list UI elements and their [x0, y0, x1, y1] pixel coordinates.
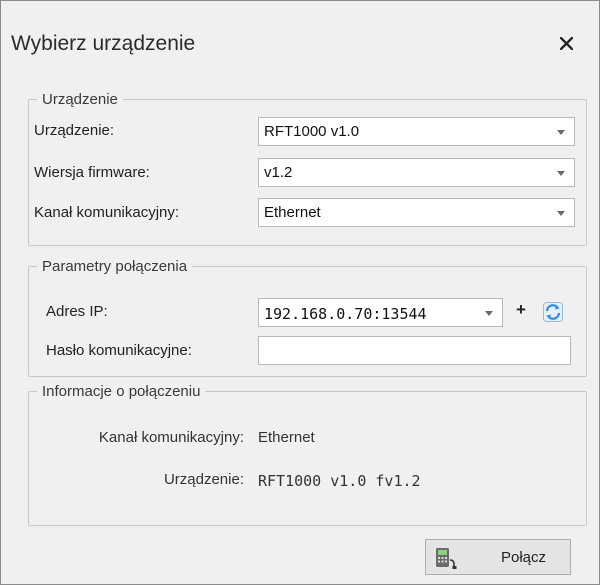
ip-combobox[interactable]: 192.168.0.70:13544: [258, 298, 503, 327]
title-bar: Wybierz urządzenie: [1, 1, 599, 71]
password-field[interactable]: [258, 336, 571, 365]
channel-label: Kanał komunikacyjny:: [34, 204, 180, 221]
firmware-combobox[interactable]: v1.2: [258, 158, 575, 187]
chevron-down-icon: [557, 130, 565, 135]
dialog-title: Wybierz urządzenie: [11, 32, 196, 55]
add-ip-button[interactable]: +: [516, 300, 526, 320]
info-device-label: Urządzenie:: [163, 471, 244, 488]
firmware-label: Wiersja firmware:: [34, 164, 150, 181]
info-group: Informacje o połączeniu: [28, 383, 587, 526]
chevron-down-icon: [557, 171, 565, 176]
select-device-dialog: Wybierz urządzenie Urządzenie Urządzenie…: [0, 0, 600, 585]
chevron-down-icon: [485, 311, 493, 316]
refresh-icon[interactable]: [543, 302, 563, 322]
device-group-legend: Urządzenie: [42, 91, 118, 108]
firmware-combobox-value: v1.2: [264, 164, 293, 181]
close-icon: [559, 36, 573, 50]
fiscal-printer-icon: [436, 548, 457, 569]
channel-combobox[interactable]: Ethernet: [258, 198, 575, 227]
device-label: Urządzenie:: [34, 122, 115, 139]
device-combobox-value: RFT1000 v1.0: [264, 123, 360, 140]
connect-button[interactable]: Połącz: [425, 539, 571, 575]
channel-combobox-value: Ethernet: [264, 204, 321, 221]
ip-combobox-value: 192.168.0.70:13544: [264, 305, 427, 323]
close-button[interactable]: [554, 31, 578, 55]
info-device-value: RFT1000 v1.0 fv1.2: [258, 472, 421, 490]
password-label: Hasło komunikacyjne:: [46, 342, 192, 359]
device-combobox[interactable]: RFT1000 v1.0: [258, 117, 575, 146]
info-channel-value: Ethernet: [258, 429, 315, 446]
chevron-down-icon: [557, 211, 565, 216]
connection-group-legend: Parametry połączenia: [42, 258, 188, 275]
info-group-legend: Informacje o połączeniu: [42, 383, 201, 400]
ip-label: Adres IP:: [46, 303, 108, 320]
connect-button-label: Połącz: [501, 549, 547, 566]
info-channel-label: Kanał komunikacyjny:: [98, 429, 244, 446]
